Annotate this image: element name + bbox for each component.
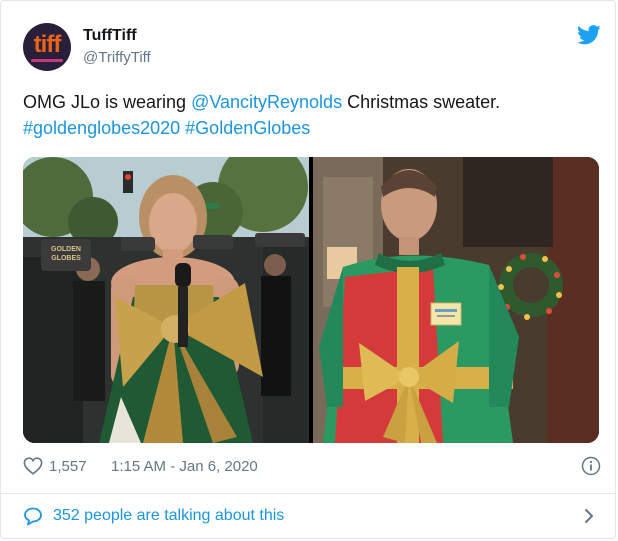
tweet-text-suffix: Christmas sweater. <box>342 92 501 112</box>
tweet-meta-row: 1,557 1:15 AM - Jan 6, 2020 <box>23 456 603 478</box>
chevron-right-icon[interactable] <box>583 508 595 524</box>
tweet-media[interactable]: GOLDEN GLOBES <box>23 157 599 443</box>
photo-left-art <box>23 157 309 443</box>
conversation-label[interactable]: 352 people are talking about this <box>53 507 284 525</box>
like-count[interactable]: 1,557 <box>49 458 87 475</box>
info-icon[interactable] <box>581 456 601 476</box>
mention-link[interactable]: @VancityReynolds <box>191 92 342 112</box>
speech-bubble-icon <box>24 507 42 526</box>
avatar-logo-strip <box>31 59 63 62</box>
timestamp[interactable]: 1:15 AM - Jan 6, 2020 <box>111 458 258 475</box>
tweet-header: tiff TuffTiff @TriffyTiff <box>23 23 603 73</box>
photo-right-art <box>313 157 599 443</box>
divider <box>1 493 615 494</box>
tweet-card[interactable]: tiff TuffTiff @TriffyTiff OMG JLo is wea… <box>0 0 616 539</box>
photo-right[interactable] <box>313 157 599 443</box>
tweet-text: OMG JLo is wearing @VancityReynolds Chri… <box>23 89 603 141</box>
user-handle[interactable]: @TriffyTiff <box>83 49 151 66</box>
conversation-row[interactable]: 352 people are talking about this <box>23 504 603 528</box>
hashtag-link-1[interactable]: #goldenglobes2020 <box>23 118 180 138</box>
heart-icon[interactable] <box>23 457 43 475</box>
photo-left[interactable]: GOLDEN GLOBES <box>23 157 309 443</box>
avatar[interactable]: tiff <box>23 23 71 71</box>
display-name[interactable]: TuffTiff <box>83 27 137 45</box>
golden-globes-sign: GOLDEN GLOBES <box>43 245 89 263</box>
avatar-logo: tiff <box>33 31 62 58</box>
twitter-bird-icon[interactable] <box>577 25 601 45</box>
tweet-text-prefix: OMG JLo is wearing <box>23 92 192 112</box>
hashtag-link-2[interactable]: #GoldenGlobes <box>185 118 310 138</box>
